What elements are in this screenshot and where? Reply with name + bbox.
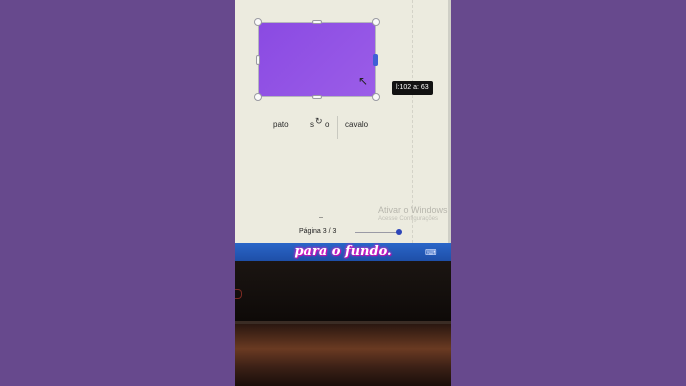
- video-caption: para o fundo.: [294, 244, 392, 259]
- power-led-icon: [235, 289, 242, 299]
- resize-handle-bottom-right[interactable]: [372, 93, 380, 101]
- text-pato[interactable]: pato: [273, 120, 289, 129]
- size-tooltip: l:102 a: 63: [392, 81, 433, 95]
- monitor-bezel: [235, 261, 451, 321]
- page-mark: [319, 217, 323, 218]
- zoom-slider-track[interactable]: [355, 232, 399, 233]
- resize-handle-bottom-left[interactable]: [254, 93, 262, 101]
- resize-handle-bottom[interactable]: [312, 95, 322, 99]
- resize-handle-left[interactable]: [256, 55, 260, 65]
- resize-handle-top-left[interactable]: [254, 18, 262, 26]
- resize-handle-right-active[interactable]: [373, 54, 378, 66]
- activation-watermark-title: Ativar o Windows: [378, 205, 448, 215]
- resize-handle-top[interactable]: [312, 20, 322, 24]
- resize-handle-top-right[interactable]: [372, 18, 380, 26]
- text-divider: [337, 116, 338, 139]
- document-canvas: ↖ l:102 a: 63 pato s ↻ o cavalo Ativar o…: [235, 0, 451, 243]
- video-frame: ↖ l:102 a: 63 pato s ↻ o cavalo Ativar o…: [235, 0, 451, 386]
- mouse-pointer-icon: ↖: [358, 74, 369, 88]
- rotate-icon[interactable]: ↻: [315, 116, 323, 127]
- zoom-slider-knob[interactable]: [396, 229, 402, 235]
- screen-edge: [448, 0, 451, 243]
- desk-surface: [235, 324, 451, 386]
- page-indicator: Página 3 / 3: [299, 228, 337, 235]
- text-o[interactable]: o: [325, 120, 329, 129]
- text-s[interactable]: s: [310, 120, 314, 129]
- text-cavalo[interactable]: cavalo: [345, 120, 368, 129]
- activation-watermark-subtitle: Acesse Configurações: [378, 216, 439, 222]
